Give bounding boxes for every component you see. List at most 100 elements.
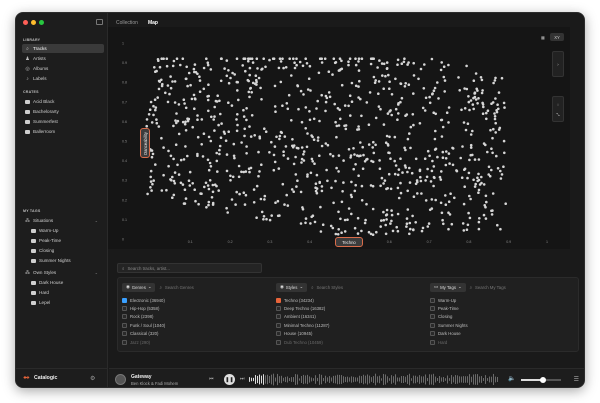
track-point[interactable]: [304, 106, 308, 109]
track-point[interactable]: [306, 88, 310, 91]
track-point[interactable]: [181, 183, 185, 186]
track-point[interactable]: [191, 182, 194, 185]
track-point[interactable]: [434, 147, 438, 151]
track-point[interactable]: [312, 138, 316, 141]
checkbox[interactable]: [430, 297, 435, 303]
track-point[interactable]: [385, 61, 389, 64]
track-point[interactable]: [447, 211, 450, 214]
track-point[interactable]: [494, 97, 497, 100]
track-point[interactable]: [153, 98, 157, 101]
track-point[interactable]: [444, 194, 447, 197]
track-point[interactable]: [177, 103, 181, 106]
track-point[interactable]: [188, 170, 192, 174]
track-point[interactable]: [459, 156, 463, 160]
track-point[interactable]: [326, 143, 330, 147]
search-input[interactable]: ⌕ Search tracks, artist...: [117, 263, 262, 273]
track-point[interactable]: [171, 196, 174, 199]
track-point[interactable]: [154, 106, 158, 109]
track-point[interactable]: [284, 66, 288, 69]
track-point[interactable]: [272, 153, 276, 157]
track-point[interactable]: [464, 128, 468, 132]
tag-option[interactable]: Summer Nights: [430, 321, 577, 329]
track-point[interactable]: [260, 68, 263, 71]
track-point[interactable]: [404, 82, 408, 85]
track-point[interactable]: [416, 180, 419, 184]
track-point[interactable]: [462, 202, 466, 206]
track-point[interactable]: [369, 57, 373, 60]
track-point[interactable]: [428, 95, 431, 99]
track-point[interactable]: [207, 135, 211, 139]
track-point[interactable]: [206, 63, 210, 67]
track-point[interactable]: [393, 172, 397, 176]
track-point[interactable]: [307, 77, 311, 80]
track-point[interactable]: [379, 107, 382, 111]
track-point[interactable]: [167, 149, 170, 153]
track-point[interactable]: [329, 224, 333, 228]
tag-item[interactable]: Lepel: [28, 298, 104, 307]
track-point[interactable]: [218, 152, 221, 156]
sidebar-item-tracks[interactable]: ⌕ Tracks: [22, 44, 104, 53]
track-point[interactable]: [323, 57, 327, 60]
track-point[interactable]: [439, 201, 443, 205]
track-point[interactable]: [327, 91, 331, 94]
track-point[interactable]: [430, 198, 434, 201]
genres-dropdown[interactable]: ◉ Genres ⌄: [122, 282, 156, 292]
track-point[interactable]: [172, 157, 175, 161]
track-point[interactable]: [192, 93, 196, 97]
track-point[interactable]: [290, 119, 293, 122]
track-point[interactable]: [225, 153, 229, 156]
track-point[interactable]: [292, 162, 296, 166]
track-point[interactable]: [343, 230, 347, 233]
track-point[interactable]: [279, 60, 283, 63]
track-point[interactable]: [213, 115, 216, 118]
track-point[interactable]: [194, 97, 197, 101]
track-point[interactable]: [425, 175, 429, 179]
track-point[interactable]: [290, 74, 293, 77]
track-point[interactable]: [439, 68, 443, 72]
track-point[interactable]: [148, 108, 152, 111]
track-point[interactable]: [172, 59, 176, 63]
track-point[interactable]: [250, 91, 253, 94]
track-point[interactable]: [292, 190, 295, 193]
track-point[interactable]: [408, 132, 411, 135]
track-point[interactable]: [162, 173, 165, 177]
track-point[interactable]: [395, 225, 399, 229]
style-option[interactable]: Dub Techno (10459): [276, 338, 423, 346]
track-point[interactable]: [265, 217, 268, 221]
track-point[interactable]: [394, 164, 398, 167]
track-point[interactable]: [372, 151, 376, 155]
genre-option[interactable]: Hip-Hop (5358): [122, 304, 269, 312]
checkbox[interactable]: [430, 306, 435, 312]
track-point[interactable]: [204, 181, 208, 185]
tag-item[interactable]: Warm-Up: [28, 226, 104, 235]
track-point[interactable]: [156, 58, 160, 61]
track-point[interactable]: [299, 89, 303, 93]
track-point[interactable]: [463, 107, 467, 110]
track-point[interactable]: [215, 159, 219, 163]
track-point[interactable]: [424, 96, 428, 100]
track-point[interactable]: [391, 229, 395, 233]
track-point[interactable]: [408, 221, 412, 225]
track-point[interactable]: [179, 181, 183, 185]
track-point[interactable]: [481, 89, 484, 92]
track-point[interactable]: [292, 144, 296, 147]
track-point[interactable]: [270, 214, 273, 217]
track-point[interactable]: [242, 108, 245, 112]
track-point[interactable]: [314, 182, 318, 185]
track-point[interactable]: [150, 149, 154, 152]
track-point[interactable]: [484, 194, 488, 198]
track-point[interactable]: [481, 103, 485, 106]
close-window-button[interactable]: [23, 20, 28, 25]
track-point[interactable]: [318, 119, 321, 123]
track-point[interactable]: [472, 107, 476, 111]
track-point[interactable]: [490, 147, 493, 150]
track-point[interactable]: [152, 104, 155, 108]
track-point[interactable]: [416, 192, 419, 195]
track-point[interactable]: [306, 132, 309, 135]
track-point[interactable]: [358, 79, 361, 83]
track-point[interactable]: [249, 135, 253, 138]
track-point[interactable]: [212, 118, 215, 121]
track-point[interactable]: [293, 66, 297, 70]
track-point[interactable]: [270, 140, 273, 144]
track-point[interactable]: [390, 93, 394, 96]
